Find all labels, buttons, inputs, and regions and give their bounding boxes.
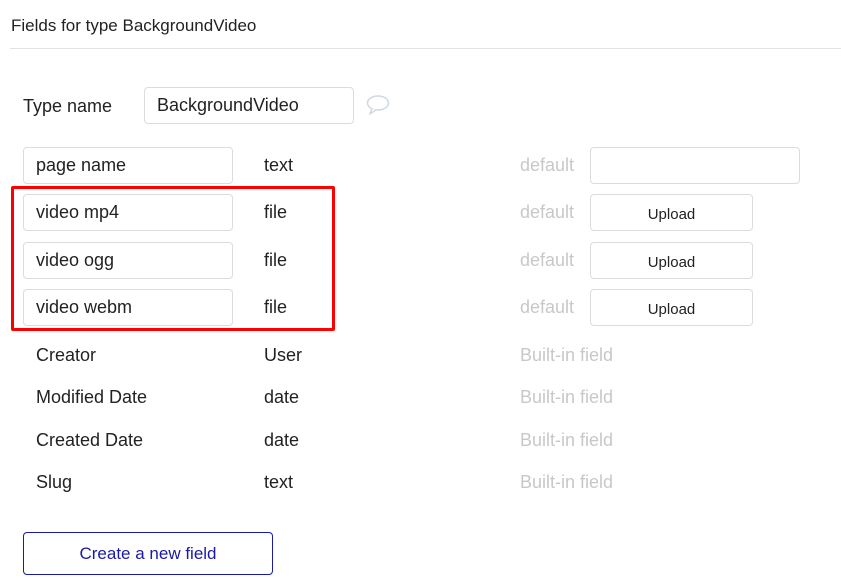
- default-label: default: [520, 297, 575, 317]
- field-type: text: [264, 155, 294, 175]
- highlight-box: [11, 186, 335, 331]
- builtin-field-name: Modified Date: [36, 387, 148, 407]
- type-name-input[interactable]: BackgroundVideo: [144, 87, 354, 124]
- builtin-field-type: date: [264, 430, 300, 450]
- builtin-field-type: date: [264, 387, 300, 407]
- builtin-field-type: User: [264, 345, 303, 365]
- builtin-field-note: Built-in field: [520, 345, 614, 365]
- default-label: default: [520, 155, 575, 175]
- builtin-field-note: Built-in field: [520, 430, 614, 450]
- page-title: Fields for type BackgroundVideo: [11, 16, 257, 35]
- builtin-field-note: Built-in field: [520, 387, 614, 407]
- default-value-input[interactable]: [590, 147, 800, 184]
- upload-button[interactable]: Upload: [590, 242, 753, 279]
- builtin-field-name: Creator: [36, 345, 97, 365]
- create-new-field-button[interactable]: Create a new field: [23, 532, 273, 575]
- upload-button[interactable]: Upload: [590, 289, 753, 326]
- default-label: default: [520, 202, 575, 222]
- upload-button[interactable]: Upload: [590, 194, 753, 231]
- builtin-field-note: Built-in field: [520, 472, 614, 492]
- builtin-field-name: Slug: [36, 472, 73, 492]
- default-label: default: [520, 250, 575, 270]
- field-name-input[interactable]: page name: [23, 147, 233, 184]
- header-divider: [10, 48, 841, 49]
- builtin-field-type: text: [264, 472, 294, 492]
- type-name-label: Type name: [23, 96, 113, 116]
- builtin-field-name: Created Date: [36, 430, 144, 450]
- speech-bubble-icon[interactable]: [366, 94, 390, 116]
